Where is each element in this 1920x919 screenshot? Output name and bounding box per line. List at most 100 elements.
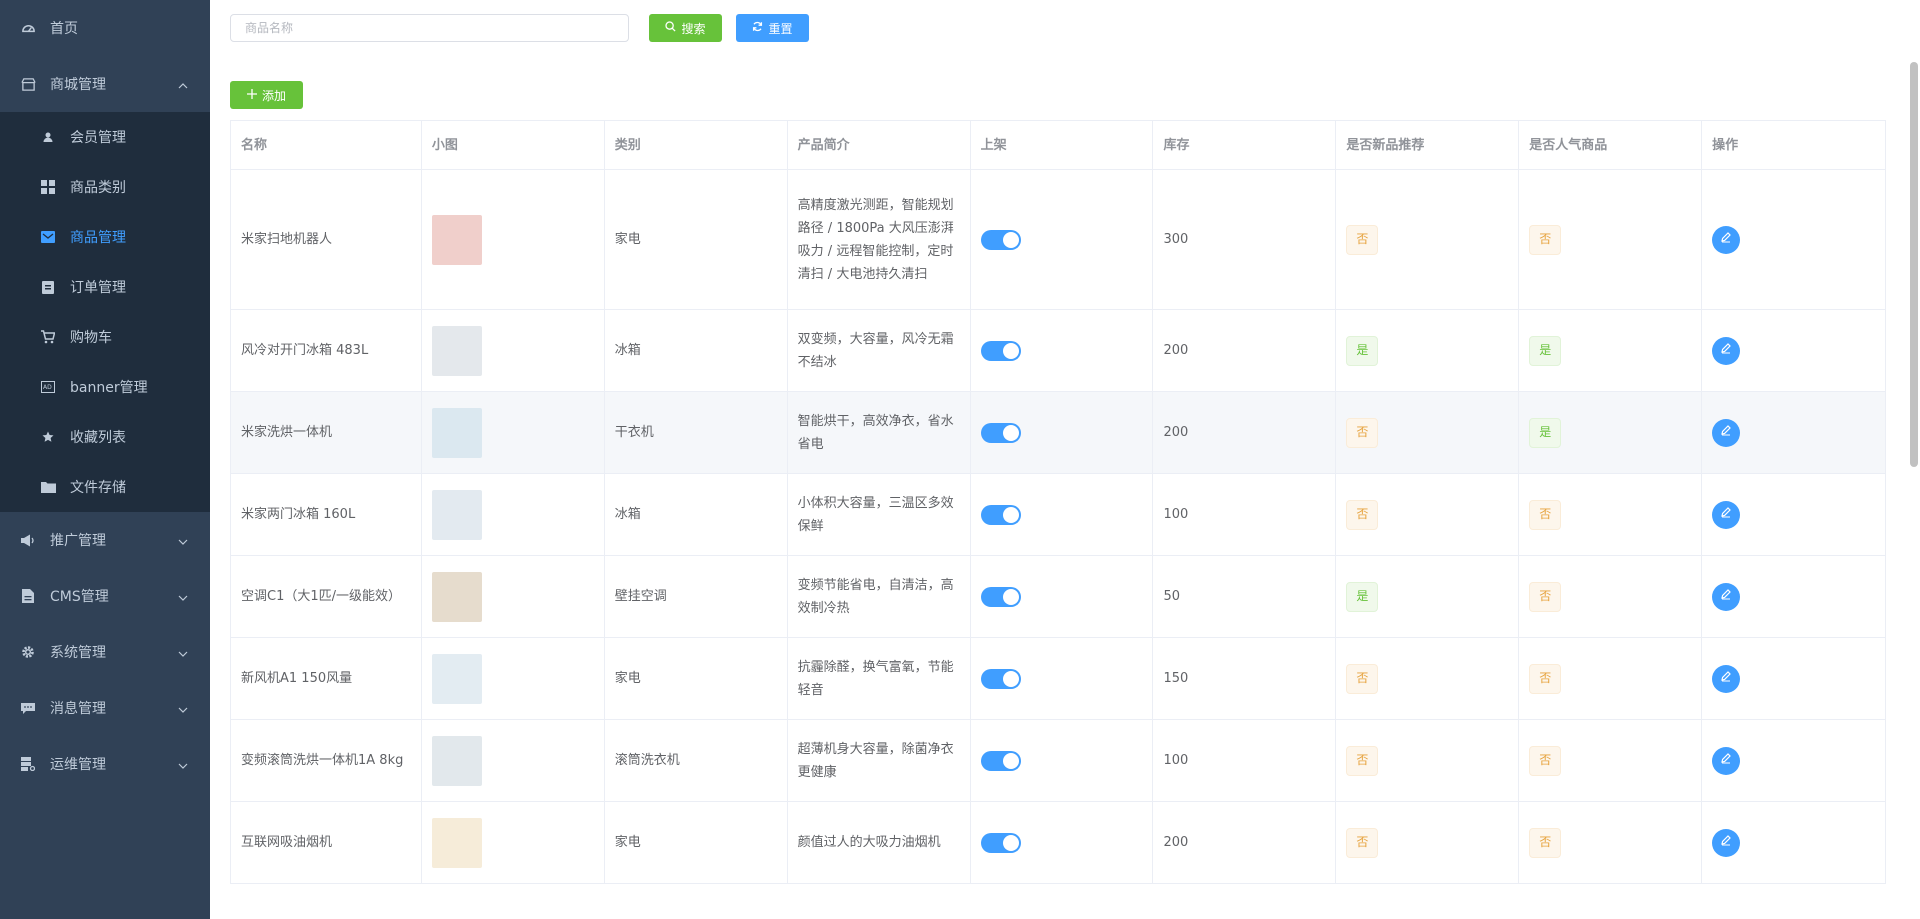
is-popular-cell: 否 xyxy=(1519,474,1703,555)
folder-icon xyxy=(40,479,56,495)
on-shelf-cell xyxy=(971,802,1154,883)
menu-mall[interactable]: 商城管理 xyxy=(0,56,210,112)
on-shelf-toggle[interactable] xyxy=(980,586,1021,607)
thumbnail-cell xyxy=(422,392,605,473)
product-name: 米家两门冰箱 160L xyxy=(231,474,422,555)
product-category: 冰箱 xyxy=(605,310,788,391)
menu-cms[interactable]: CMS管理 xyxy=(0,568,210,624)
menu-files[interactable]: 文件存储 xyxy=(0,462,210,512)
search-icon xyxy=(665,21,677,35)
edit-button[interactable] xyxy=(1712,500,1741,529)
edit-icon xyxy=(1720,228,1732,251)
header-actions[interactable]: 操作 xyxy=(1702,121,1887,169)
menu-orders[interactable]: 订单管理 xyxy=(0,262,210,312)
product-category: 家电 xyxy=(605,170,788,309)
product-thumbnail[interactable] xyxy=(431,325,482,376)
product-thumbnail[interactable] xyxy=(431,653,482,704)
header-category[interactable]: 类别 xyxy=(605,121,788,169)
cart-icon xyxy=(40,329,56,345)
header-description[interactable]: 产品简介 xyxy=(788,121,971,169)
menu-orders-label: 订单管理 xyxy=(70,280,126,296)
chevron-down-icon xyxy=(178,591,188,607)
menu-cart[interactable]: 购物车 xyxy=(0,312,210,362)
chevron-down-icon xyxy=(178,535,188,551)
menu-cart-label: 购物车 xyxy=(70,330,112,346)
product-thumbnail[interactable] xyxy=(431,735,482,786)
on-shelf-toggle[interactable] xyxy=(980,229,1021,250)
thumbnail-cell xyxy=(422,802,605,883)
on-shelf-cell xyxy=(971,556,1154,637)
thumbnail-cell xyxy=(422,170,605,309)
is-new-cell: 否 xyxy=(1336,170,1520,309)
actions-cell xyxy=(1702,310,1887,391)
edit-button[interactable] xyxy=(1712,746,1741,775)
gear-icon xyxy=(20,644,36,660)
is-new-tag: 否 xyxy=(1346,827,1379,858)
main-content: 搜索 重置 添加 名称 小图 类别 产品简介 上架 库存 是否新品推荐 是否人气… xyxy=(210,0,1920,919)
menu-ops-label: 运维管理 xyxy=(50,757,106,773)
product-category: 壁挂空调 xyxy=(605,556,788,637)
is-new-tag: 是 xyxy=(1346,581,1379,612)
menu-files-label: 文件存储 xyxy=(70,480,126,496)
product-thumbnail[interactable] xyxy=(431,571,482,622)
table-header-row: 名称 小图 类别 产品简介 上架 库存 是否新品推荐 是否人气商品 操作 xyxy=(231,121,1887,170)
edit-button[interactable] xyxy=(1712,225,1741,254)
menu-system-label: 系统管理 xyxy=(50,645,106,661)
table-row: 米家两门冰箱 160L 冰箱 小体积大容量，三温区多效保鲜 100 否 否 xyxy=(231,474,1887,556)
menu-ops[interactable]: 运维管理 xyxy=(0,736,210,792)
is-new-tag: 否 xyxy=(1346,663,1379,694)
product-thumbnail[interactable] xyxy=(431,817,482,868)
menu-favorites[interactable]: 收藏列表 xyxy=(0,412,210,462)
menu-products-label: 商品管理 xyxy=(70,230,126,246)
table-row: 变频滚筒洗烘一体机1A 8kg 滚筒洗衣机 超薄机身大容量，除菌净衣更健康 100 否 否 xyxy=(231,720,1887,802)
on-shelf-toggle[interactable] xyxy=(980,750,1021,771)
on-shelf-toggle[interactable] xyxy=(980,422,1021,443)
is-new-cell: 否 xyxy=(1336,720,1520,801)
header-is-new[interactable]: 是否新品推荐 xyxy=(1336,121,1520,169)
product-stock: 200 xyxy=(1153,392,1337,473)
product-description: 超薄机身大容量，除菌净衣更健康 xyxy=(788,720,971,801)
product-description: 智能烘干，高效净衣，省水省电 xyxy=(788,392,971,473)
header-on-shelf[interactable]: 上架 xyxy=(971,121,1154,169)
edit-button[interactable] xyxy=(1712,582,1741,611)
header-thumbnail[interactable]: 小图 xyxy=(422,121,605,169)
edit-button[interactable] xyxy=(1712,664,1741,693)
product-thumbnail[interactable] xyxy=(431,214,482,265)
menu-products[interactable]: 商品管理 xyxy=(0,212,210,262)
actions-cell xyxy=(1702,638,1887,719)
menu-promo[interactable]: 推广管理 xyxy=(0,512,210,568)
reset-button[interactable]: 重置 xyxy=(736,14,809,42)
header-name[interactable]: 名称 xyxy=(231,121,422,169)
products-table: 名称 小图 类别 产品简介 上架 库存 是否新品推荐 是否人气商品 操作 米家扫… xyxy=(230,120,1887,884)
add-button[interactable]: 添加 xyxy=(230,81,303,109)
chat-icon xyxy=(20,700,36,716)
on-shelf-toggle[interactable] xyxy=(980,668,1021,689)
search-button[interactable]: 搜索 xyxy=(649,14,722,42)
menu-banner[interactable]: AD banner管理 xyxy=(0,362,210,412)
is-popular-tag: 是 xyxy=(1529,335,1562,366)
product-name-search-input[interactable] xyxy=(230,14,629,42)
menu-categories[interactable]: 商品类别 xyxy=(0,162,210,212)
on-shelf-toggle[interactable] xyxy=(980,504,1021,525)
on-shelf-toggle[interactable] xyxy=(980,340,1021,361)
reset-button-label: 重置 xyxy=(768,21,793,36)
edit-icon xyxy=(1720,421,1732,444)
product-stock: 150 xyxy=(1153,638,1337,719)
vertical-scrollbar[interactable] xyxy=(1910,62,1918,467)
menu-home[interactable]: 首页 xyxy=(0,0,210,56)
is-popular-cell: 否 xyxy=(1519,802,1703,883)
on-shelf-toggle[interactable] xyxy=(980,832,1021,853)
header-is-popular[interactable]: 是否人气商品 xyxy=(1519,121,1703,169)
edit-button[interactable] xyxy=(1712,336,1741,365)
menu-messages[interactable]: 消息管理 xyxy=(0,680,210,736)
product-thumbnail[interactable] xyxy=(431,407,482,458)
is-new-tag: 否 xyxy=(1346,745,1379,776)
menu-system[interactable]: 系统管理 xyxy=(0,624,210,680)
product-thumbnail[interactable] xyxy=(431,489,482,540)
edit-button[interactable] xyxy=(1712,828,1741,857)
header-stock[interactable]: 库存 xyxy=(1153,121,1337,169)
edit-button[interactable] xyxy=(1712,418,1741,447)
product-description: 变频节能省电，自清洁，高效制冷热 xyxy=(788,556,971,637)
edit-icon xyxy=(1720,585,1732,608)
menu-members[interactable]: 会员管理 xyxy=(0,112,210,162)
